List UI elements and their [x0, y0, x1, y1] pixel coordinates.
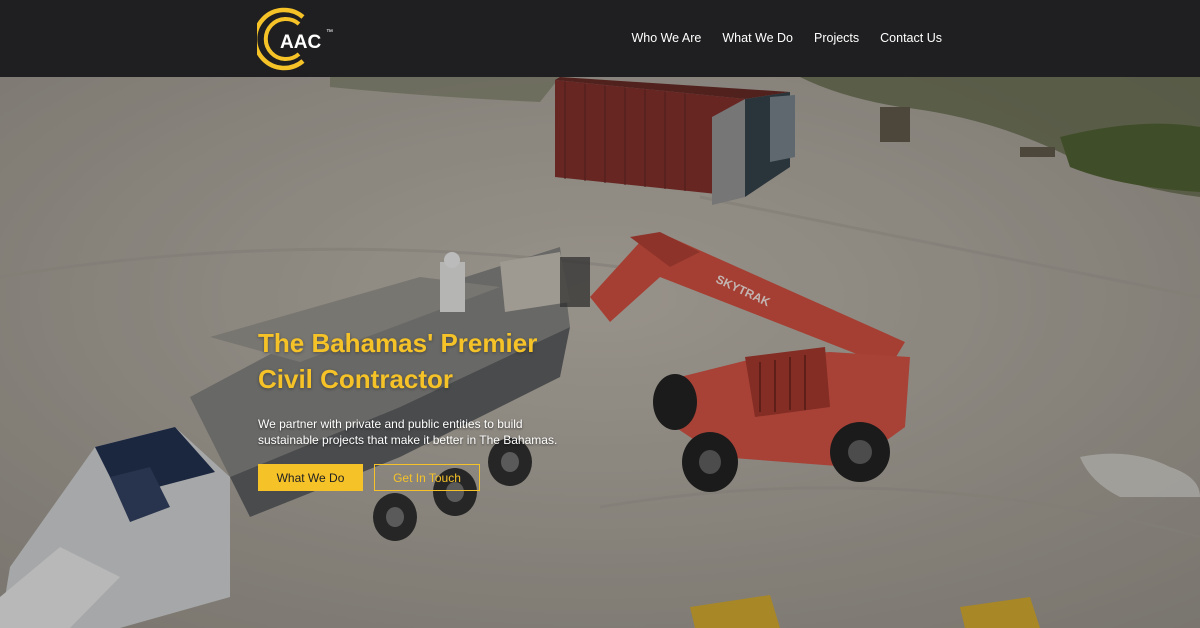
hero-section: SKYTRAK The Bahamas' Premier Civil Contr… — [0, 77, 1200, 628]
hero-overlay — [0, 77, 1200, 628]
site-header: AAC ™ Who We Are What We Do Projects Con… — [0, 0, 1200, 77]
get-in-touch-button[interactable]: Get In Touch — [374, 464, 480, 491]
aac-logo[interactable]: AAC ™ — [252, 7, 337, 71]
nav-contact-us[interactable]: Contact Us — [880, 31, 942, 45]
hero-title-line1: The Bahamas' Premier — [258, 328, 538, 358]
nav-projects[interactable]: Projects — [814, 31, 859, 45]
hero-title: The Bahamas' Premier Civil Contractor — [258, 325, 598, 397]
logo-trademark: ™ — [326, 29, 333, 36]
hero-content: The Bahamas' Premier Civil Contractor We… — [258, 325, 598, 491]
main-navigation: Who We Are What We Do Projects Contact U… — [631, 31, 942, 45]
nav-what-we-do[interactable]: What We Do — [722, 31, 793, 45]
nav-who-we-are[interactable]: Who We Are — [631, 31, 701, 45]
logo-text: AAC — [280, 32, 321, 53]
what-we-do-button[interactable]: What We Do — [258, 464, 363, 491]
hero-title-line2: Civil Contractor — [258, 364, 454, 394]
hero-subtitle: We partner with private and public entit… — [258, 417, 558, 447]
hero-buttons: What We Do Get In Touch — [258, 464, 598, 491]
